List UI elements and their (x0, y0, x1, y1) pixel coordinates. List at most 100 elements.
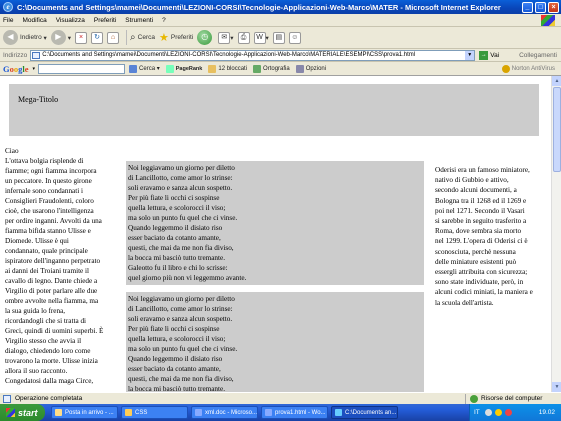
stop-icon: × (75, 31, 88, 44)
favorites-button[interactable]: ★ Preferiti (159, 31, 193, 44)
page-content: Mega-Titolo Ciao L'ottava bolgia risplend… (0, 76, 551, 392)
task-css-folder[interactable]: CSS (121, 406, 188, 419)
word-icon (265, 409, 272, 416)
text-line: essergli attribuita con sicurezza; (435, 268, 528, 277)
norton-icon (501, 64, 510, 73)
poem-box-2: Noi leggiavamo un giorno per diletto di L… (126, 292, 424, 392)
close-button[interactable]: × (548, 1, 559, 13)
edit-icon: W (253, 31, 266, 44)
star-icon: ★ (158, 32, 169, 44)
folder-icon (125, 409, 132, 416)
discuss-button[interactable]: ▤ (272, 31, 285, 44)
text-line: Roma, dove sembra sia morto (435, 227, 522, 236)
text-line: Diomede. Ulisse è qui (5, 237, 69, 245)
task-word-xml[interactable]: xml.doc - Microso... (191, 406, 258, 419)
google-search-input[interactable] (38, 63, 126, 74)
scroll-thumb[interactable] (553, 87, 561, 172)
windows-flag-icon (541, 14, 555, 26)
google-search-button[interactable]: Cerca ▾ (129, 64, 160, 73)
history-icon: ◷ (197, 30, 213, 45)
text-line: infernale sono condannati i (5, 187, 84, 195)
text-line: ma solo un punto fu quel che ci vinse. (128, 345, 238, 353)
page-done-icon (3, 394, 11, 403)
security-zone: Risorse del computer (465, 393, 561, 404)
go-arrow-icon: → (479, 50, 489, 60)
address-dropdown-icon[interactable]: ▼ (465, 50, 475, 60)
stop-button[interactable]: × (75, 31, 88, 44)
forward-arrow-icon: ▶ (50, 30, 66, 45)
toolbar-separator (126, 30, 128, 45)
links-button[interactable]: Collegamenti (519, 52, 557, 59)
print-button[interactable]: ⎙ (237, 31, 250, 44)
vertical-scrollbar[interactable]: ▲ ▼ (551, 76, 561, 392)
task-ie[interactable]: C:\Documents an... (331, 406, 398, 419)
tray-volume-icon[interactable] (504, 409, 512, 416)
google-dropdown-icon[interactable]: ▾ (33, 66, 36, 72)
text-line: Congedatosi dalla maga Circe, (5, 377, 94, 385)
task-word-prova[interactable]: prova1.html - Wo... (261, 406, 328, 419)
scroll-up-icon[interactable]: ▲ (552, 76, 561, 86)
text-line: Quando leggemmo il disiato riso (128, 355, 223, 363)
scroll-down-icon[interactable]: ▼ (552, 382, 561, 392)
search-button[interactable]: ⌕ Cerca (130, 32, 155, 43)
menu-visualizza[interactable]: Visualizza (56, 17, 85, 24)
system-tray: IT 19.02 (469, 404, 561, 421)
minimize-button[interactable]: _ (522, 1, 533, 13)
start-button[interactable]: start (0, 404, 45, 421)
address-value: C:\Documents and Settings\mamei\Document… (42, 51, 416, 58)
discuss-icon: ▤ (272, 31, 285, 44)
tray-antivirus-icon[interactable] (494, 409, 502, 416)
messenger-button[interactable]: ☺ (288, 31, 301, 44)
text-line: Per più fiate li occhi ci sospinse (128, 325, 220, 333)
forward-button[interactable]: ▶ ▾ (50, 30, 71, 45)
text-line: Oderisi era un famoso miniatore, (435, 166, 530, 174)
text-line: un peccatore. In questo girone (5, 177, 92, 185)
address-bar: Indirizzo C:\Documents and Settings\mame… (0, 49, 561, 62)
tray-network-icon[interactable] (484, 409, 492, 416)
text-line: Noi leggiavamo un giorno per diletto (128, 164, 235, 172)
history-button[interactable]: ◷ (197, 30, 214, 45)
text-line: nel 1299. L'opera di Oderisi ci è (435, 237, 528, 246)
menu-help[interactable]: ? (162, 17, 166, 24)
print-icon: ⎙ (237, 31, 250, 44)
text-line: questi, che mai da me non fia diviso, (128, 375, 234, 383)
menu-bar: File Modifica Visualizza Preferiti Strum… (0, 14, 561, 27)
spellcheck-icon (253, 64, 262, 73)
go-button[interactable]: → Vai (479, 50, 499, 60)
text-line: sconosciuta, perchè nessuna (435, 247, 516, 256)
text-line: trovarono la morte. Ulisse inizia (5, 357, 98, 365)
text-line: ricordandogli che si tratta di (5, 317, 87, 325)
pagerank-indicator[interactable]: PageRank (165, 64, 202, 73)
mail-button[interactable]: ✉ ▾ (218, 31, 234, 44)
home-button[interactable]: ⌂ (107, 31, 120, 44)
address-input[interactable]: C:\Documents and Settings\mamei\Document… (30, 49, 476, 61)
maximize-button[interactable]: □ (535, 1, 546, 13)
text-line: la bocca mi basciò tutto tremante. (128, 385, 225, 392)
status-text: Operazione completata (15, 395, 83, 402)
menu-file[interactable]: File (3, 17, 13, 24)
back-button[interactable]: ◀ Indietro ▾ (3, 30, 47, 45)
back-arrow-icon: ◀ (3, 30, 18, 45)
search-icon: ⌕ (130, 32, 136, 43)
title-bar: e C:\Documents and Settings\mamei\Docume… (0, 0, 561, 14)
spellcheck-button[interactable]: Ortografia (253, 64, 290, 73)
ie-task-icon (335, 409, 342, 416)
text-line: ai danni dei Troiani tramite il (5, 267, 90, 275)
norton-antivirus[interactable]: Norton AntiVirus (501, 64, 555, 73)
options-button[interactable]: Opzioni (295, 64, 326, 73)
popup-blocker[interactable]: 12 bloccati (208, 64, 247, 73)
text-line: fiamme; ogni fiamma incorpora (5, 167, 97, 175)
task-outlook[interactable]: Posta in arrivo - ... (51, 406, 118, 419)
refresh-button[interactable]: ↻ (91, 31, 104, 44)
pagerank-icon (165, 64, 174, 73)
text-line: Galeotto fu il libro e chi lo scrisse: (128, 264, 228, 272)
menu-strumenti[interactable]: Strumenti (125, 17, 153, 24)
text-line: soli eravamo e sanza alcun sospetto. (128, 184, 233, 192)
menu-preferiti[interactable]: Preferiti (94, 17, 116, 24)
text-line: esser baciato da cotanto amante, (128, 234, 221, 242)
text-line: ombre avvolte nella fiamma, ma (5, 297, 99, 305)
text-line: L'ottava bolgia risplende di (5, 157, 84, 165)
edit-button[interactable]: W ▾ (253, 31, 269, 44)
language-indicator[interactable]: IT (474, 409, 480, 416)
menu-modifica[interactable]: Modifica (22, 17, 46, 24)
